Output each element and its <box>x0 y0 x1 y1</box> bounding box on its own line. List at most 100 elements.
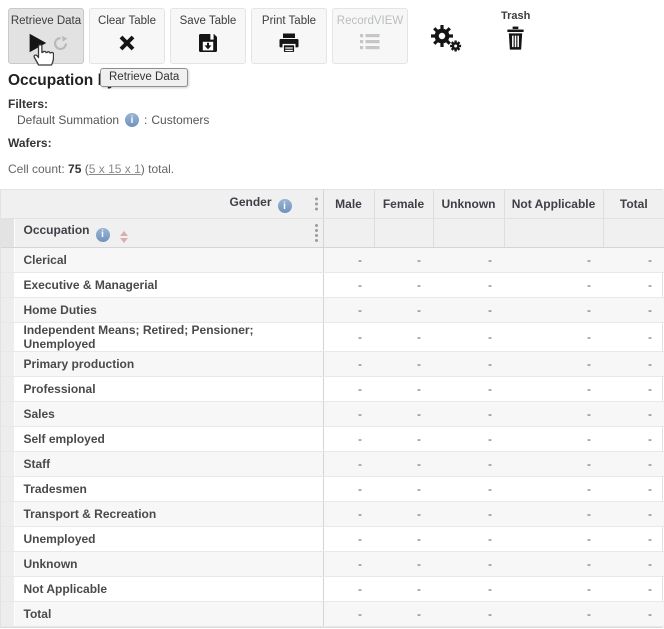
row-header-cell[interactable]: Sales <box>14 402 323 427</box>
hand-cursor <box>30 39 54 67</box>
row-header-cell[interactable]: Clerical <box>14 248 323 273</box>
table-cell: - <box>374 452 433 477</box>
table-cell: - <box>603 552 664 577</box>
table-cell: - <box>603 477 664 502</box>
table-cell: - <box>433 602 504 627</box>
column-header[interactable]: Unknown <box>433 190 504 219</box>
table-row: Transport & Recreation----- <box>1 502 664 527</box>
trash-icon <box>505 26 526 51</box>
row-gutter-cell <box>1 402 14 427</box>
row-gutter-cell <box>1 452 14 477</box>
trash-dropzone[interactable]: Trash <box>501 10 530 51</box>
cell-count: Cell count: 75 (5 x 15 x 1) total. <box>8 162 664 176</box>
filters-heading: Filters: <box>8 97 664 111</box>
table-cell: - <box>323 323 374 352</box>
row-header-cell[interactable]: Unemployed <box>14 527 323 552</box>
table-cell: - <box>374 602 433 627</box>
table-cell: - <box>504 273 603 298</box>
table-cell: - <box>433 273 504 298</box>
row-header-cell[interactable]: Not Applicable <box>14 577 323 602</box>
print-table-button[interactable]: Print Table <box>251 8 327 64</box>
column-header[interactable]: Total <box>603 190 664 219</box>
column-header-spacer <box>504 219 603 248</box>
table-cell: - <box>433 527 504 552</box>
row-header-cell[interactable]: Staff <box>14 452 323 477</box>
table-row: Staff----- <box>1 452 664 477</box>
table-cell: - <box>433 298 504 323</box>
clear-x-icon <box>115 31 139 55</box>
row-header-cell[interactable]: Unknown <box>14 552 323 577</box>
refresh-icon <box>53 36 68 51</box>
table-cell: - <box>433 402 504 427</box>
crosstab-table: GenderiMaleFemaleUnknownNot ApplicableTo… <box>1 190 664 627</box>
row-gutter-cell <box>1 427 14 452</box>
table-cell: - <box>603 502 664 527</box>
row-header-cell[interactable]: Primary production <box>14 352 323 377</box>
table-cell: - <box>603 323 664 352</box>
table-cell: - <box>504 427 603 452</box>
info-icon[interactable]: i <box>96 228 110 242</box>
column-header[interactable]: Male <box>323 190 374 219</box>
table-cell: - <box>323 602 374 627</box>
row-header-cell[interactable]: Total <box>14 602 323 627</box>
settings-button[interactable] <box>427 22 469 61</box>
drag-handle-icon[interactable] <box>315 223 318 243</box>
table-row: Tradesmen----- <box>1 477 664 502</box>
row-header-cell[interactable]: Executive & Managerial <box>14 273 323 298</box>
table-cell: - <box>374 427 433 452</box>
column-header[interactable]: Not Applicable <box>504 190 603 219</box>
table-cell: - <box>374 402 433 427</box>
row-header-cell[interactable]: Transport & Recreation <box>14 502 323 527</box>
table-cell: - <box>603 527 664 552</box>
table-cell: - <box>374 577 433 602</box>
retrieve-data-label: Retrieve Data <box>11 15 81 27</box>
table-cell: - <box>504 552 603 577</box>
table-cell: - <box>433 248 504 273</box>
table-cell: - <box>504 477 603 502</box>
save-table-button[interactable]: Save Table <box>170 8 246 64</box>
crosstab-table-wrap: GenderiMaleFemaleUnknownNot ApplicableTo… <box>0 189 663 628</box>
row-gutter-cell <box>1 298 14 323</box>
table-cell: - <box>504 602 603 627</box>
row-header-cell[interactable]: Home Duties <box>14 298 323 323</box>
table-cell: - <box>603 427 664 452</box>
clear-table-button[interactable]: Clear Table <box>89 8 165 64</box>
table-cell: - <box>603 577 664 602</box>
table-cell: - <box>603 298 664 323</box>
table-cell: - <box>603 273 664 298</box>
column-axis-header[interactable]: Genderi <box>1 190 323 219</box>
drag-handle-icon[interactable] <box>315 197 318 212</box>
row-axis-header[interactable]: Occupationi <box>14 219 323 248</box>
column-axis-row: GenderiMaleFemaleUnknownNot ApplicableTo… <box>1 190 664 219</box>
row-axis-row: Occupationi <box>1 219 664 248</box>
table-cell: - <box>603 377 664 402</box>
table-cell: - <box>504 527 603 552</box>
table-cell: - <box>374 477 433 502</box>
info-icon[interactable]: i <box>125 113 139 127</box>
table-cell: - <box>504 298 603 323</box>
row-header-cell[interactable]: Professional <box>14 377 323 402</box>
table-row: Professional----- <box>1 377 664 402</box>
table-cell: - <box>323 298 374 323</box>
info-icon[interactable]: i <box>278 199 292 213</box>
row-gutter-cell <box>1 377 14 402</box>
column-header[interactable]: Female <box>374 190 433 219</box>
table-cell: - <box>323 552 374 577</box>
table-cell: - <box>504 577 603 602</box>
recordview-label: RecordVIEW <box>337 15 403 27</box>
filter-item: Default Summation i : Customers <box>17 113 664 127</box>
tooltip-text: Retrieve Data <box>109 71 179 83</box>
table-cell: - <box>323 452 374 477</box>
dimensions-link[interactable]: 5 x 15 x 1 <box>89 162 141 176</box>
print-table-label: Print Table <box>262 15 316 27</box>
row-header-cell[interactable]: Tradesmen <box>14 477 323 502</box>
row-gutter-cell <box>1 323 14 352</box>
row-header-cell[interactable]: Independent Means; Retired; Pensioner; U… <box>14 323 323 352</box>
clear-table-label: Clear Table <box>98 15 156 27</box>
sort-arrows-icon[interactable] <box>120 231 128 243</box>
row-header-cell[interactable]: Self employed <box>14 427 323 452</box>
table-cell: - <box>374 248 433 273</box>
row-gutter-cell <box>1 527 14 552</box>
row-gutter-cell <box>1 248 14 273</box>
table-cell: - <box>323 527 374 552</box>
